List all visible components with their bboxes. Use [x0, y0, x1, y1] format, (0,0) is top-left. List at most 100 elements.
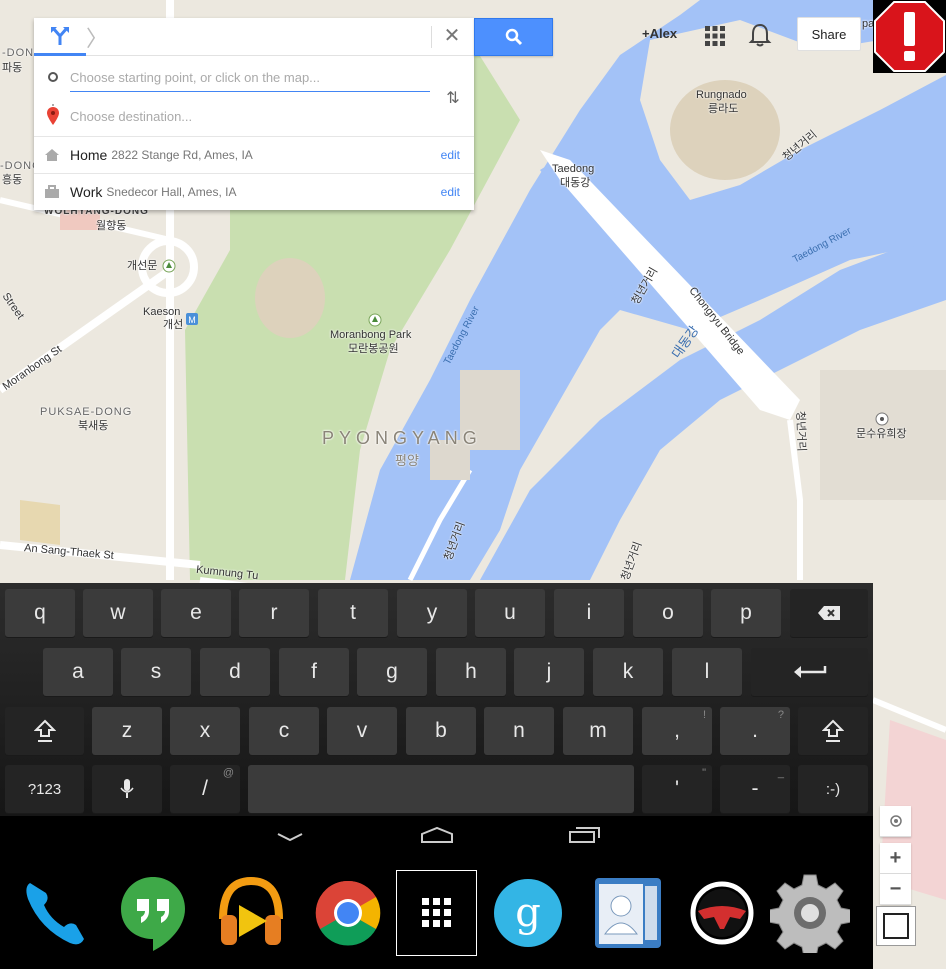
shift-key-left[interactable] [5, 707, 84, 755]
key-f[interactable]: f [279, 648, 349, 696]
key-label: - [751, 777, 759, 800]
shift-key-right[interactable] [798, 707, 868, 755]
voice-input-key[interactable] [92, 765, 162, 813]
key-hint: ? [777, 709, 784, 721]
hangouts-app[interactable] [113, 870, 193, 956]
saved-place-name: Work [70, 184, 103, 200]
key-period[interactable]: . ? [720, 707, 790, 755]
key-w[interactable]: w [83, 589, 153, 637]
user-profile-link[interactable]: +Alex [642, 26, 677, 41]
key-u[interactable]: u [475, 589, 545, 637]
key-l[interactable]: l [672, 648, 742, 696]
search-button[interactable] [474, 18, 553, 56]
map-label-rungnado-ko: 릉라도 [708, 103, 739, 115]
edit-work-link[interactable]: edit [441, 185, 460, 199]
key-hint: @ [222, 767, 234, 779]
key-h[interactable]: h [436, 648, 506, 696]
key-m[interactable]: m [563, 707, 633, 755]
app-drawer-icon [421, 898, 451, 927]
app-drawer[interactable] [396, 870, 477, 956]
saved-place-work[interactable]: Work Snedecor Hall, Ames, IA edit [34, 173, 474, 210]
chrome-app[interactable] [308, 870, 388, 956]
key-apostrophe[interactable]: ' " [642, 765, 712, 813]
error-alert-icon[interactable] [873, 0, 946, 73]
key-n[interactable]: n [484, 707, 554, 755]
car-home-app[interactable] [682, 870, 762, 956]
phone-icon [26, 883, 84, 945]
key-c[interactable]: c [249, 707, 319, 755]
recent-apps-icon[interactable] [568, 826, 602, 844]
apps-grid-icon[interactable] [705, 26, 725, 46]
key-e[interactable]: e [161, 589, 231, 637]
map-label-taedong: Taedong [552, 163, 595, 175]
shift-icon [822, 719, 844, 742]
key-k[interactable]: k [593, 648, 663, 696]
key-x[interactable]: x [170, 707, 240, 755]
key-hint: _ [777, 767, 784, 779]
poi-icon[interactable] [162, 259, 176, 273]
key-z[interactable]: z [92, 707, 162, 755]
key-i[interactable]: i [554, 589, 624, 637]
phone-app[interactable] [14, 870, 94, 956]
directions-route-icon [51, 26, 69, 45]
settings-app[interactable] [770, 870, 850, 956]
key-p[interactable]: p [711, 589, 781, 637]
map-label-wolhyang-ko: 월향동 [96, 220, 127, 232]
home-button-icon[interactable] [419, 826, 455, 844]
key-g[interactable]: g [357, 648, 427, 696]
tab-directions[interactable] [34, 18, 86, 56]
saved-place-address: 2822 Stange Rd, Ames, IA [111, 148, 253, 162]
swap-icon[interactable]: ⇅ [442, 88, 464, 110]
back-chevron-icon[interactable] [275, 830, 305, 844]
home-icon [34, 148, 70, 162]
key-b[interactable]: b [406, 707, 476, 755]
amusement-poi-icon[interactable] [875, 412, 889, 426]
key-slash[interactable]: / @ [170, 765, 240, 813]
key-r[interactable]: r [239, 589, 309, 637]
key-label: / [202, 777, 208, 800]
key-s[interactable]: s [121, 648, 191, 696]
notifications-bell-icon[interactable] [748, 22, 772, 48]
zoom-in-button[interactable]: + [880, 843, 911, 874]
svg-text:g: g [515, 890, 541, 936]
map-label-puksae-ko: 북새동 [78, 420, 109, 432]
location-target-icon [889, 815, 902, 827]
backspace-icon [818, 606, 840, 620]
map-label-rungnado: Rungnado [696, 89, 747, 101]
saved-place-home[interactable]: Home 2822 Stange Rd, Ames, IA edit [34, 136, 474, 173]
key-q[interactable]: q [5, 589, 75, 637]
map-label-pyongyang-ko: 평양 [395, 453, 419, 468]
key-hint: ! [702, 709, 706, 721]
contacts-app[interactable] [587, 870, 667, 956]
smiley-key[interactable]: :-) [798, 765, 868, 813]
key-a[interactable]: a [43, 648, 113, 696]
key-comma[interactable]: , ! [642, 707, 712, 755]
play-music-app[interactable] [211, 870, 291, 956]
satellite-toggle[interactable] [876, 906, 916, 946]
metro-icon[interactable]: M [185, 312, 199, 326]
key-dash[interactable]: - _ [720, 765, 790, 813]
enter-key[interactable] [751, 648, 868, 696]
key-v[interactable]: v [327, 707, 397, 755]
map-label-taedong-ko: 대동강 [560, 177, 591, 189]
share-button[interactable]: Share [797, 17, 861, 51]
map-label-munsu: 문수유희장 [856, 428, 907, 440]
key-d[interactable]: d [200, 648, 270, 696]
start-input[interactable] [70, 64, 430, 92]
backspace-key[interactable] [790, 589, 868, 637]
work-icon [34, 185, 70, 199]
destination-input[interactable] [70, 102, 430, 130]
symbols-key[interactable]: ?123 [5, 765, 84, 813]
space-key[interactable] [248, 765, 634, 813]
close-icon[interactable]: ✕ [442, 26, 462, 46]
my-location-button[interactable] [880, 806, 911, 837]
edit-home-link[interactable]: edit [441, 148, 460, 162]
zoom-out-button[interactable]: − [880, 874, 911, 905]
key-j[interactable]: j [514, 648, 584, 696]
key-o[interactable]: o [633, 589, 703, 637]
park-poi-icon[interactable] [368, 313, 382, 327]
google-search-app[interactable]: g [488, 870, 568, 956]
key-y[interactable]: y [397, 589, 467, 637]
key-t[interactable]: t [318, 589, 388, 637]
app-dock: g [0, 862, 873, 969]
